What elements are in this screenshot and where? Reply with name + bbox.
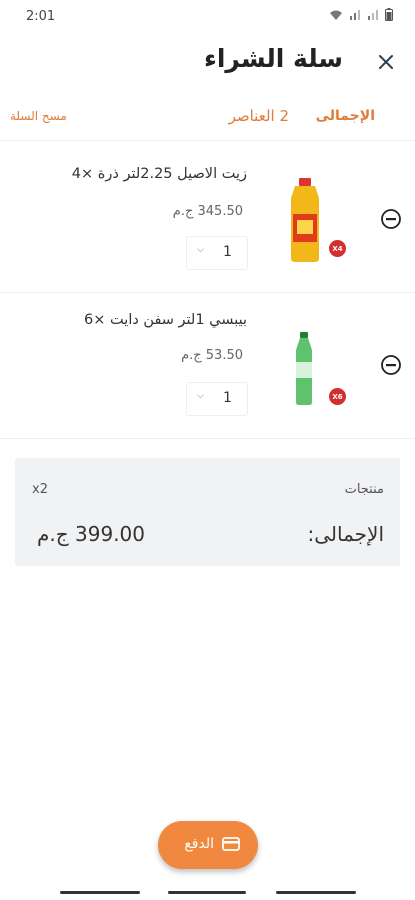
cart-item: بيبسي 1لتر سفن دايت ×6 53.50 ج.م ⌵ 1 X6 [0, 294, 415, 444]
product-image-oil [291, 178, 319, 262]
quantity-select[interactable]: ⌵ 1 [186, 236, 248, 270]
quantity-value: 1 [223, 244, 232, 260]
nav-back-bar[interactable] [60, 891, 140, 894]
pay-button[interactable]: الدفع [158, 821, 258, 869]
product-image-soda [296, 332, 312, 405]
wifi-icon [330, 10, 342, 20]
cart-total-label: الإجمالى [315, 108, 375, 124]
credit-card-icon [222, 837, 240, 851]
page-title: سلة الشراء [204, 44, 343, 73]
divider [0, 292, 415, 293]
quantity-badge: X4 [329, 240, 346, 257]
nav-recents-bar[interactable] [276, 891, 356, 894]
cart-items-count: 2 العناصر [228, 107, 289, 125]
status-bar: 2:01 [0, 0, 415, 32]
products-count: x2 [32, 482, 48, 497]
remove-item-button[interactable] [380, 208, 402, 230]
quantity-value: 1 [223, 390, 232, 406]
signal-2-icon [368, 9, 378, 20]
battery-icon [385, 8, 393, 21]
nav-home-bar[interactable] [168, 891, 246, 894]
pay-label: الدفع [184, 836, 214, 852]
chevron-down-icon: ⌵ [197, 245, 204, 255]
quantity-badge: X6 [329, 388, 346, 405]
divider [0, 140, 415, 141]
clear-cart-button[interactable]: مسح السلة [10, 109, 67, 123]
signal-icon [350, 9, 360, 20]
status-icons [329, 8, 393, 21]
divider [0, 438, 415, 439]
remove-item-button[interactable] [380, 354, 402, 376]
system-nav-bar [0, 884, 415, 900]
close-button[interactable] [372, 48, 400, 76]
item-price: 53.50 ج.م [181, 348, 243, 363]
grand-total-value: 399.00 ج.م [37, 522, 145, 546]
status-time: 2:01 [26, 9, 56, 24]
order-summary-card: منتجات x2 الإجمالى: 399.00 ج.م [15, 458, 400, 566]
products-label: منتجات [344, 482, 384, 497]
item-name: زيت الاصيل 2.25لتر ذرة ×4 [71, 166, 247, 182]
item-price: 345.50 ج.م [172, 204, 243, 219]
quantity-select[interactable]: ⌵ 1 [186, 382, 248, 416]
close-icon [379, 55, 393, 69]
grand-total-label: الإجمالى: [307, 522, 384, 546]
cart-item: زيت الاصيل 2.25لتر ذرة ×4 345.50 ج.م ⌵ 1… [0, 142, 415, 292]
item-name: بيبسي 1لتر سفن دايت ×6 [84, 312, 247, 328]
chevron-down-icon: ⌵ [197, 391, 204, 401]
